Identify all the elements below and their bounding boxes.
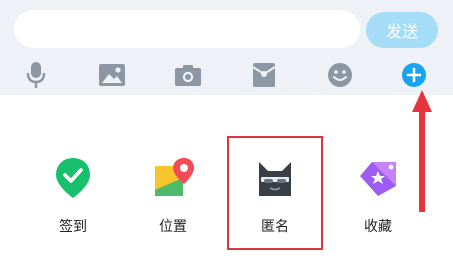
message-input[interactable] [14, 10, 360, 48]
camera-button[interactable] [172, 60, 204, 90]
highlight-box [227, 136, 323, 250]
favorite-tag-icon [360, 162, 396, 196]
emoji-button[interactable] [324, 60, 356, 90]
voice-button[interactable] [20, 60, 52, 90]
panel-item-label: 位置 [159, 219, 187, 235]
panel-item-favorites[interactable]: 收藏 [338, 156, 418, 236]
send-button[interactable]: 发送 [366, 12, 438, 48]
panel-item-location[interactable]: 位置 [133, 156, 213, 236]
panel-item-checkin[interactable]: 签到 [33, 156, 113, 236]
check-location-icon [56, 158, 90, 198]
panel-item-label: 收藏 [364, 219, 392, 235]
plus-circle-icon [402, 63, 426, 87]
image-button[interactable] [96, 60, 128, 90]
panel-item-label: 签到 [59, 219, 87, 235]
red-packet-button[interactable] [248, 60, 280, 90]
microphone-icon [26, 62, 46, 88]
smiley-icon [328, 63, 352, 87]
camera-icon [175, 65, 201, 86]
more-button[interactable] [398, 60, 430, 90]
picture-icon [99, 64, 125, 86]
annotation-arrow-icon [412, 90, 432, 212]
red-packet-icon [252, 63, 276, 87]
map-pin-icon [155, 158, 194, 196]
